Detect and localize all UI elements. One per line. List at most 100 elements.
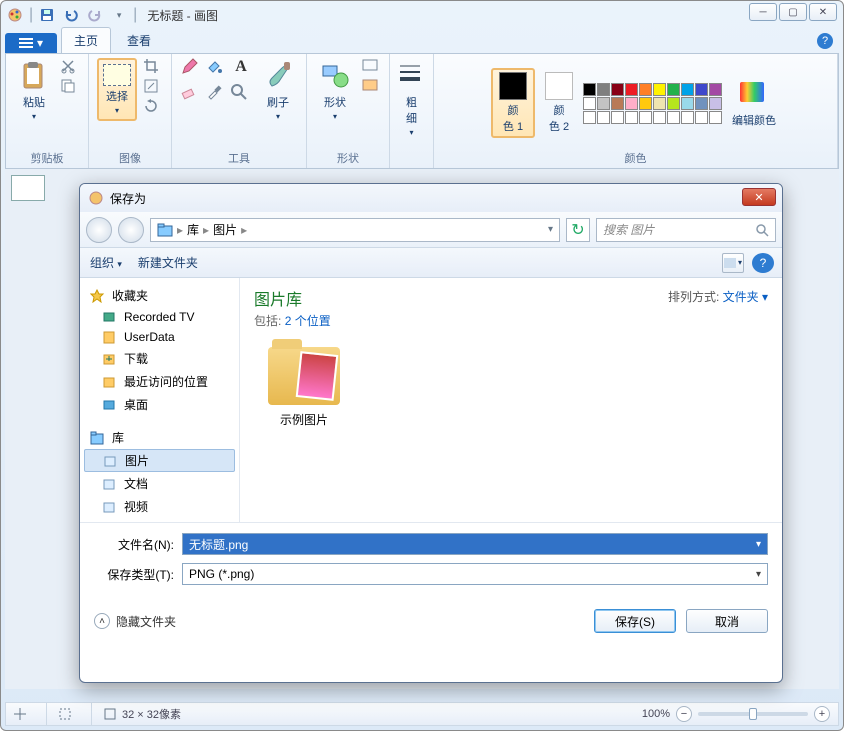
chevron-down-icon: ▾ (333, 112, 337, 121)
tree-item[interactable]: Recorded TV (84, 307, 235, 327)
search-input[interactable]: 搜索 图片 (596, 218, 776, 242)
palette-color[interactable] (639, 97, 652, 110)
tree-item[interactable]: 桌面 (84, 393, 235, 416)
palette-color[interactable] (709, 111, 722, 124)
eraser-icon[interactable] (180, 83, 202, 105)
palette-color[interactable] (695, 97, 708, 110)
fill-icon[interactable] (205, 58, 227, 80)
cancel-button[interactable]: 取消 (686, 609, 768, 633)
edit-colors-button[interactable]: 编辑颜色 (728, 76, 780, 130)
outline-icon[interactable] (361, 58, 381, 76)
new-folder-button[interactable]: 新建文件夹 (138, 254, 198, 271)
refresh-button[interactable]: ↻ (566, 218, 590, 242)
tree-libraries[interactable]: 库 (84, 426, 235, 449)
palette-color[interactable] (667, 111, 680, 124)
filename-input[interactable]: 无标题.png▾ (182, 533, 768, 555)
organize-menu[interactable]: 组织 ▾ (90, 254, 122, 271)
redo-icon[interactable] (85, 5, 105, 25)
file-menu[interactable]: ▾ (5, 33, 57, 53)
palette-color[interactable] (611, 83, 624, 96)
rotate-icon[interactable] (143, 98, 163, 116)
select-button[interactable]: 选择 ▾ (97, 58, 137, 121)
help-icon[interactable]: ? (817, 33, 833, 49)
palette-color[interactable] (583, 111, 596, 124)
location-bar[interactable]: ▸ 库 ▸ 图片 ▸ ▾ (150, 218, 560, 242)
undo-icon[interactable] (61, 5, 81, 25)
palette-color[interactable] (597, 111, 610, 124)
crop-icon[interactable] (143, 58, 163, 76)
tree-item[interactable]: UserData (84, 327, 235, 347)
chevron-down-icon[interactable]: ▾ (548, 224, 553, 235)
magnifier-icon[interactable] (230, 83, 252, 105)
palette-color[interactable] (611, 97, 624, 110)
palette-color[interactable] (681, 83, 694, 96)
text-icon[interactable]: A (230, 58, 252, 80)
tree-item[interactable]: 视频 (84, 495, 235, 518)
tree-item[interactable]: 最近访问的位置 (84, 370, 235, 393)
path-root[interactable]: 库 (187, 221, 199, 238)
folder-sample-pictures[interactable]: 示例图片 (254, 347, 354, 428)
view-mode-button[interactable]: ▾ (722, 253, 744, 273)
palette-color[interactable] (625, 97, 638, 110)
brushes-button[interactable]: 刷子 ▾ (258, 58, 298, 123)
palette-color[interactable] (667, 97, 680, 110)
palette-color[interactable] (709, 83, 722, 96)
tree-item[interactable]: 图片 (84, 449, 235, 472)
tree-item[interactable]: 文档 (84, 472, 235, 495)
palette-color[interactable] (597, 83, 610, 96)
close-button[interactable]: ✕ (809, 3, 837, 21)
palette-color[interactable] (625, 111, 638, 124)
dialog-help-icon[interactable]: ? (752, 253, 774, 273)
save-icon[interactable] (37, 5, 57, 25)
thickness-button[interactable]: 粗 细 ▾ (392, 58, 432, 139)
path-folder[interactable]: 图片 (213, 221, 237, 238)
palette-color[interactable] (625, 83, 638, 96)
color-palette[interactable] (583, 83, 722, 124)
tab-view[interactable]: 查看 (115, 28, 163, 53)
nav-back-button[interactable] (86, 217, 112, 243)
palette-color[interactable] (695, 111, 708, 124)
palette-color[interactable] (653, 83, 666, 96)
paste-button[interactable]: 粘贴 ▾ (14, 58, 54, 123)
color2-button[interactable]: 颜 色 2 (541, 70, 577, 136)
hide-folders-toggle[interactable]: ˄隐藏文件夹 (94, 613, 176, 630)
fill-shape-icon[interactable] (361, 78, 381, 96)
zoom-slider[interactable] (698, 712, 808, 716)
cut-icon[interactable] (60, 58, 80, 76)
palette-color[interactable] (597, 97, 610, 110)
color1-button[interactable]: 颜 色 1 (491, 68, 535, 138)
palette-color[interactable] (709, 97, 722, 110)
palette-color[interactable] (639, 111, 652, 124)
palette-color[interactable] (681, 111, 694, 124)
nav-forward-button[interactable] (118, 217, 144, 243)
palette-color[interactable] (681, 97, 694, 110)
dialog-close-button[interactable]: ✕ (742, 188, 776, 206)
palette-color[interactable] (695, 83, 708, 96)
minimize-button[interactable]: ─ (749, 3, 777, 21)
nav-tree[interactable]: 收藏夹 Recorded TVUserData下载最近访问的位置桌面 库 图片文… (80, 278, 240, 522)
copy-icon[interactable] (60, 78, 80, 96)
palette-color[interactable] (653, 97, 666, 110)
pencil-icon[interactable] (180, 58, 202, 80)
filetype-select[interactable]: PNG (*.png)▾ (182, 563, 768, 585)
palette-color[interactable] (611, 111, 624, 124)
tree-item[interactable]: 下载 (84, 347, 235, 370)
canvas[interactable] (11, 175, 45, 201)
palette-color[interactable] (583, 97, 596, 110)
zoom-in-button[interactable]: + (814, 706, 830, 722)
eyedropper-icon[interactable] (205, 83, 227, 105)
qat-dropdown-icon[interactable]: ▾ (109, 5, 129, 25)
shapes-button[interactable]: 形状 ▾ (315, 58, 355, 123)
tree-favorites[interactable]: 收藏夹 (84, 284, 235, 307)
palette-color[interactable] (653, 111, 666, 124)
save-button[interactable]: 保存(S) (594, 609, 676, 633)
maximize-button[interactable]: ▢ (779, 3, 807, 21)
tab-home[interactable]: 主页 (61, 27, 111, 53)
resize-icon[interactable] (143, 78, 163, 96)
palette-color[interactable] (639, 83, 652, 96)
palette-color[interactable] (667, 83, 680, 96)
arrange-link[interactable]: 文件夹 ▾ (723, 290, 768, 304)
includes-link[interactable]: 2 个位置 (285, 314, 331, 328)
palette-color[interactable] (583, 83, 596, 96)
zoom-out-button[interactable]: − (676, 706, 692, 722)
